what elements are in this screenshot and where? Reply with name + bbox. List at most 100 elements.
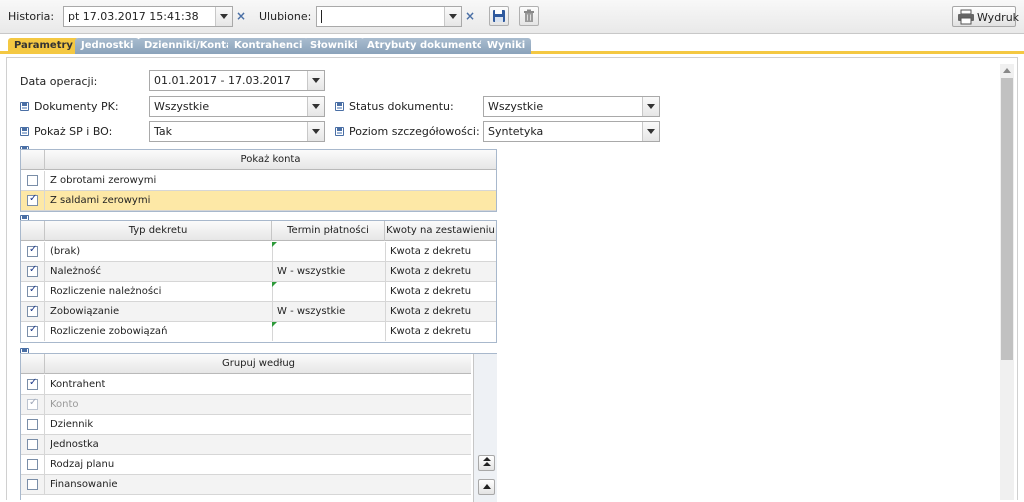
status-dokumentu-value: Wszystkie <box>488 100 544 113</box>
chevron-down-icon[interactable] <box>307 71 324 90</box>
poziom-value: Syntetyka <box>488 125 544 138</box>
floppy-disk-icon[interactable] <box>20 102 29 111</box>
table-row[interactable]: (brak) Kwota z dekretu <box>21 242 496 262</box>
historia-clear-icon[interactable]: × <box>234 6 248 26</box>
scrollbar-thumb[interactable] <box>1001 78 1013 360</box>
checkbox-cell <box>21 262 45 281</box>
checkbox[interactable] <box>27 479 38 490</box>
list-item[interactable]: Z obrotami zerowymi <box>21 171 496 191</box>
ulubione-label: Ulubione: <box>259 10 312 23</box>
list-item-label: Z obrotami zerowymi <box>50 175 157 186</box>
dokumenty-pk-select[interactable]: Wszystkie <box>149 96 325 117</box>
print-button[interactable]: Wydruk <box>952 6 1020 27</box>
chevron-down-icon[interactable] <box>642 122 659 141</box>
typ-cell: Rozliczenie należności <box>50 286 162 297</box>
checkbox[interactable] <box>27 439 38 450</box>
table-row[interactable]: Rozliczenie należności Kwota z dekretu <box>21 282 496 302</box>
pokaz-konta-header-row: Pokaż konta <box>21 150 496 170</box>
floppy-disk-icon <box>493 10 505 22</box>
list-item: Konto <box>21 395 471 415</box>
pokaz-sp-bo-value: Tak <box>154 125 173 138</box>
chevron-down-icon[interactable] <box>642 97 659 116</box>
list-item-label: Kontrahent <box>50 379 106 390</box>
data-operacji-value: 01.01.2017 - 17.03.2017 <box>154 74 291 87</box>
kwoty-cell[interactable]: Kwota z dekretu <box>390 282 494 301</box>
chevron-down-icon[interactable] <box>215 7 232 26</box>
typ-cell: Zobowiązanie <box>50 306 120 317</box>
list-item[interactable]: Finansowanie <box>21 475 471 495</box>
checkbox[interactable] <box>27 419 38 430</box>
status-dokumentu-select[interactable]: Wszystkie <box>483 96 660 117</box>
checkbox[interactable] <box>27 377 38 390</box>
tab-parametry[interactable]: Parametry <box>8 38 79 54</box>
kwoty-cell[interactable]: Kwota z dekretu <box>390 302 494 321</box>
checkbox[interactable] <box>27 324 38 337</box>
chevron-down-icon[interactable] <box>307 97 324 116</box>
checkbox <box>27 397 38 410</box>
tab-jednostki[interactable]: Jednostki <box>75 38 140 54</box>
checkbox-cell <box>21 191 45 210</box>
checkbox-cell <box>21 302 45 321</box>
header-checkbox-cell <box>21 150 45 170</box>
floppy-disk-icon[interactable] <box>20 127 29 136</box>
termin-cell[interactable] <box>277 282 382 301</box>
list-item-label: Dziennik <box>50 419 94 430</box>
checkbox[interactable] <box>27 193 38 206</box>
checkbox[interactable] <box>27 175 38 186</box>
checkbox-cell <box>21 322 45 341</box>
checkbox[interactable] <box>27 284 38 297</box>
checkbox-cell <box>21 435 45 454</box>
historia-combo[interactable]: pt 17.03.2017 15:41:38 <box>63 6 233 27</box>
checkbox[interactable] <box>27 264 38 277</box>
data-operacji-select[interactable]: 01.01.2017 - 17.03.2017 <box>149 70 325 91</box>
checkbox[interactable] <box>27 459 38 470</box>
list-item[interactable]: Z saldami zerowymi <box>21 191 496 211</box>
ulubione-combo[interactable] <box>316 6 462 27</box>
dokumenty-pk-label: Dokumenty PK: <box>34 100 119 113</box>
chevron-down-icon[interactable] <box>444 7 461 26</box>
vertical-scrollbar[interactable] <box>1000 64 1014 500</box>
ulubione-value[interactable] <box>321 10 322 23</box>
typ-cell: Rozliczenie zobowiązań <box>50 326 168 337</box>
save-button[interactable] <box>489 6 509 26</box>
checkbox-cell <box>21 242 45 261</box>
tab-atrybuty-dokumentow[interactable]: Atrybuty dokumentów <box>361 38 500 54</box>
floppy-disk-icon[interactable] <box>335 102 344 111</box>
ulubione-clear-icon[interactable]: × <box>463 6 477 26</box>
print-button-label: Wydruk <box>977 11 1020 24</box>
termin-cell[interactable]: W - wszystkie <box>277 302 382 321</box>
typ-cell: (brak) <box>50 246 81 257</box>
arrow-up-icon[interactable] <box>478 479 495 495</box>
tab-slowniki[interactable]: Słowniki <box>304 38 364 54</box>
tab-kontrahenci[interactable]: Kontrahenci <box>228 38 309 54</box>
tab-dzienniki-konta[interactable]: Dzienniki/Konta <box>138 38 239 54</box>
table-row[interactable]: Rozliczenie zobowiązań Kwota z dekretu <box>21 322 496 342</box>
checkbox[interactable] <box>27 304 38 317</box>
floppy-disk-icon[interactable] <box>335 127 344 136</box>
table-row[interactable]: Zobowiązanie W - wszystkie Kwota z dekre… <box>21 302 496 322</box>
historia-value: pt 17.03.2017 15:41:38 <box>68 10 199 23</box>
checkbox[interactable] <box>27 244 38 257</box>
list-item[interactable]: Jednostka <box>21 435 471 455</box>
delete-button[interactable] <box>519 6 539 26</box>
reorder-panel <box>473 354 497 502</box>
double-arrow-up-icon[interactable] <box>478 455 495 471</box>
list-item[interactable]: Rodzaj planu <box>21 455 471 475</box>
table-row[interactable]: Należność W - wszystkie Kwota z dekretu <box>21 262 496 282</box>
kwoty-cell[interactable]: Kwota z dekretu <box>390 262 494 281</box>
checkbox-cell <box>21 415 45 434</box>
termin-cell[interactable]: W - wszystkie <box>277 262 382 281</box>
list-item[interactable]: Dziennik <box>21 415 471 435</box>
chevron-down-icon[interactable] <box>307 122 324 141</box>
poziom-select[interactable]: Syntetyka <box>483 121 660 142</box>
tab-wyniki[interactable]: Wyniki <box>481 38 532 54</box>
list-item[interactable]: Kontrahent <box>21 375 471 395</box>
checkbox-cell <box>21 282 45 301</box>
termin-cell[interactable] <box>277 242 382 261</box>
termin-cell[interactable] <box>277 322 382 341</box>
pokaz-sp-bo-select[interactable]: Tak <box>149 121 325 142</box>
checkbox-cell <box>21 475 45 494</box>
pokaz-konta-header: Pokaż konta <box>240 154 301 165</box>
kwoty-cell[interactable]: Kwota z dekretu <box>390 322 494 341</box>
kwoty-cell[interactable]: Kwota z dekretu <box>390 242 494 261</box>
